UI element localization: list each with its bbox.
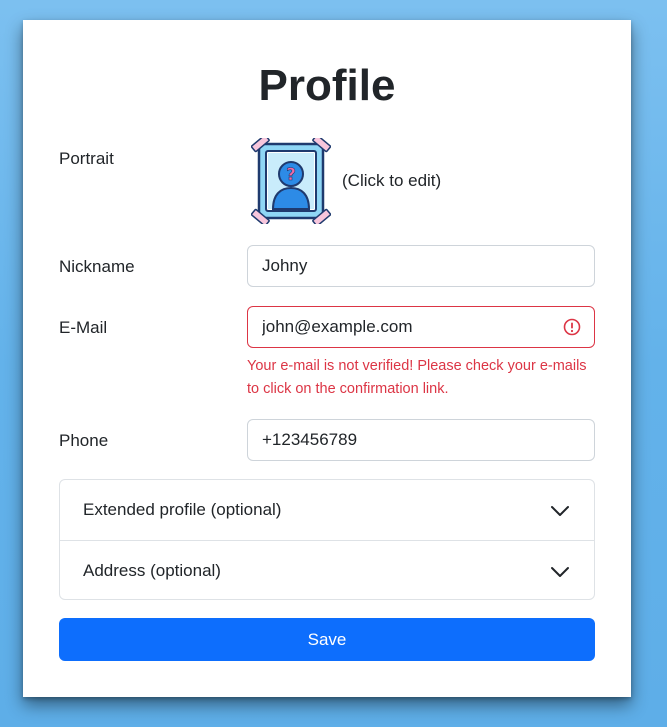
portrait-edit-hint: (Click to edit) [342, 171, 442, 190]
nickname-label: Nickname [59, 257, 135, 276]
email-input[interactable] [247, 306, 595, 348]
portrait-button[interactable]: ? [250, 134, 332, 227]
svg-text:?: ? [286, 165, 296, 185]
nickname-input[interactable] [247, 245, 595, 287]
optional-sections-accordion: Extended profile (optional) Address (opt… [59, 479, 595, 600]
profile-card: Profile Portrait ? (Click to edit) Nickn… [23, 20, 631, 697]
accordion-label: Address (optional) [83, 561, 221, 580]
accordion-item-extended-profile[interactable]: Extended profile (optional) [60, 480, 594, 540]
accordion-label: Extended profile (optional) [83, 500, 282, 519]
page-title: Profile [258, 61, 396, 110]
email-label: E-Mail [59, 318, 108, 337]
phone-label: Phone [59, 431, 109, 450]
portrait-placeholder-icon: ? [250, 134, 332, 227]
phone-input[interactable] [247, 419, 595, 461]
error-circle-icon [563, 318, 581, 336]
accordion-item-address[interactable]: Address (optional) [60, 540, 594, 599]
save-button[interactable]: Save [59, 618, 595, 661]
chevron-down-icon [551, 506, 569, 516]
chevron-down-icon [551, 567, 569, 577]
portrait-label: Portrait [59, 149, 114, 168]
email-error-message: Your e-mail is not verified! Please chec… [247, 358, 587, 397]
